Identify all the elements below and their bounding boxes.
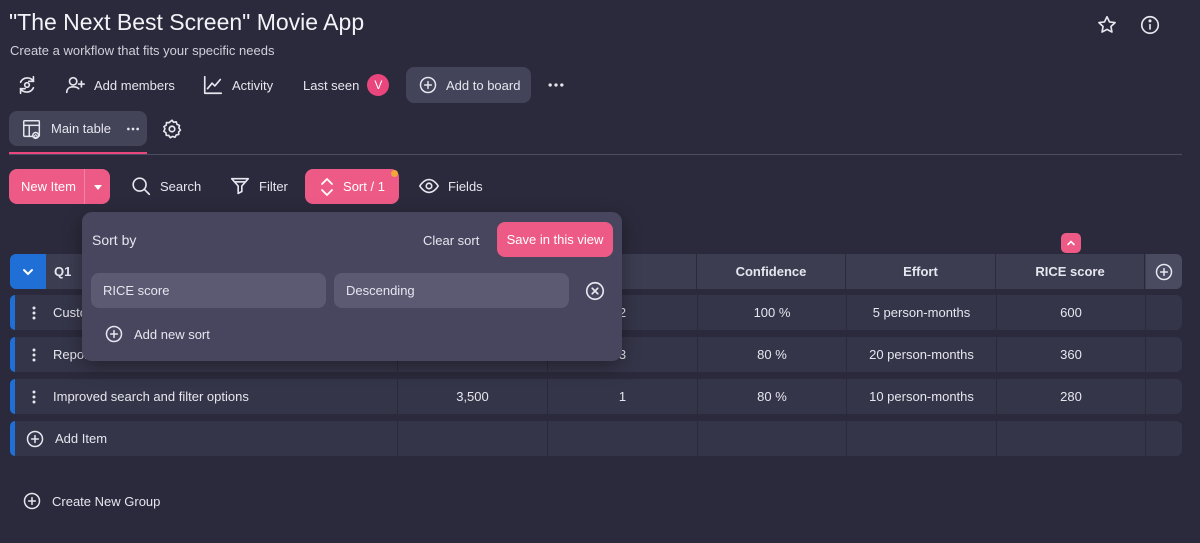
cell-empty — [847, 421, 997, 456]
header-rice-score[interactable]: RICE score — [996, 254, 1145, 289]
row-name[interactable]: Improved search and filter options — [53, 379, 398, 414]
add-to-board-label: Add to board — [446, 77, 521, 93]
cell-impact[interactable]: 1 — [548, 379, 698, 414]
filter-label: Filter — [259, 178, 288, 194]
header-confidence[interactable]: Confidence — [697, 254, 846, 289]
cell-empty — [1146, 295, 1182, 330]
new-item-label: New Item — [21, 179, 76, 194]
sort-label: Sort / 1 — [343, 179, 385, 194]
cell-confidence[interactable]: 80 % — [698, 379, 847, 414]
sort-direction-select[interactable]: Descending — [334, 273, 569, 308]
group-collapse-button[interactable] — [10, 254, 46, 289]
plus-circle-icon — [1154, 262, 1174, 282]
sort-popover: Sort by Clear sort Save in this view RIC… — [82, 212, 622, 361]
cell-reach[interactable]: 3,500 — [398, 379, 548, 414]
sort-active-indicator — [391, 170, 398, 177]
board-subtitle: Create a workflow that fits your specifi… — [10, 43, 275, 58]
cell-empty — [1146, 421, 1182, 456]
activity-button[interactable]: Activity — [202, 68, 273, 102]
search-icon — [130, 175, 152, 197]
search-button[interactable]: Search — [130, 169, 201, 203]
tab-divider — [9, 154, 1182, 155]
cell-rice-score: 360 — [997, 337, 1146, 372]
create-new-group-label: Create New Group — [52, 493, 161, 509]
add-user-icon — [64, 74, 86, 96]
cell-empty — [1146, 379, 1182, 414]
row-menu-icon[interactable] — [15, 379, 53, 414]
last-seen-label: Last seen — [303, 77, 360, 93]
plus-circle-icon — [25, 429, 45, 449]
chevron-down-icon — [21, 265, 35, 279]
add-new-sort-button[interactable]: Add new sort — [104, 324, 210, 344]
cell-confidence[interactable]: 80 % — [698, 337, 847, 372]
add-column-button[interactable] — [1146, 254, 1182, 289]
cell-confidence[interactable]: 100 % — [698, 295, 847, 330]
cell-empty — [548, 421, 698, 456]
table-row[interactable]: Improved search and filter options 3,500… — [10, 379, 1182, 414]
row-menu-icon[interactable] — [15, 295, 53, 330]
activity-label: Activity — [232, 77, 274, 93]
sort-field-select[interactable]: RICE score — [91, 273, 326, 308]
add-item-label: Add Item — [55, 431, 108, 446]
header-effort[interactable]: Effort — [846, 254, 996, 289]
add-new-sort-label: Add new sort — [134, 326, 210, 342]
tab-main-table[interactable]: Main table — [9, 111, 147, 146]
eye-icon — [418, 175, 440, 197]
sort-popover-title: Sort by — [92, 232, 137, 248]
add-members-button[interactable]: Add members — [64, 68, 175, 102]
cell-empty — [698, 421, 847, 456]
cell-empty — [398, 421, 548, 456]
sync-icon — [16, 74, 38, 96]
fields-label: Fields — [448, 178, 483, 194]
filter-icon — [229, 175, 251, 197]
filter-button[interactable]: Filter — [229, 169, 288, 203]
add-to-board-button[interactable]: Add to board — [406, 67, 531, 103]
sync-button[interactable] — [16, 68, 38, 102]
row-menu-icon[interactable] — [15, 337, 53, 372]
new-item-button[interactable]: New Item — [9, 169, 110, 204]
chevron-down-icon[interactable] — [84, 169, 110, 204]
close-circle-icon[interactable] — [584, 280, 606, 302]
cell-effort[interactable]: 10 person-months — [847, 379, 997, 414]
clear-sort-button[interactable]: Clear sort — [423, 233, 479, 248]
board-title: "The Next Best Screen" Movie App — [9, 9, 365, 35]
sort-button[interactable]: Sort / 1 — [305, 169, 399, 204]
table-view-icon — [21, 118, 43, 140]
create-new-group-button[interactable]: Create New Group — [22, 491, 160, 511]
cell-effort[interactable]: 20 person-months — [847, 337, 997, 372]
add-item-button[interactable]: Add Item — [15, 421, 398, 456]
gear-icon[interactable] — [160, 117, 184, 141]
tab-main-table-label: Main table — [51, 121, 111, 136]
cell-empty — [997, 421, 1146, 456]
add-members-label: Add members — [94, 77, 175, 93]
save-in-view-button[interactable]: Save in this view — [497, 222, 613, 257]
cell-empty — [1146, 337, 1182, 372]
tab-more-icon[interactable] — [125, 121, 141, 137]
more-options-button[interactable] — [546, 68, 566, 102]
cell-rice-score: 280 — [997, 379, 1146, 414]
plus-circle-icon — [418, 75, 438, 95]
last-seen[interactable]: Last seen V — [303, 68, 390, 102]
info-icon[interactable] — [1138, 13, 1162, 37]
add-item-row[interactable]: Add Item — [10, 421, 1182, 456]
collapse-column-button[interactable] — [1061, 233, 1081, 253]
fields-button[interactable]: Fields — [418, 169, 483, 203]
plus-circle-icon — [22, 491, 42, 511]
cell-rice-score: 600 — [997, 295, 1146, 330]
more-horizontal-icon — [546, 75, 566, 95]
active-tab-indicator — [9, 152, 147, 154]
search-label: Search — [160, 178, 202, 194]
plus-circle-icon — [104, 324, 124, 344]
avatar: V — [367, 74, 390, 96]
cell-effort[interactable]: 5 person-months — [847, 295, 997, 330]
sort-icon — [319, 177, 335, 197]
activity-chart-icon — [202, 74, 224, 96]
star-icon[interactable] — [1095, 13, 1119, 37]
